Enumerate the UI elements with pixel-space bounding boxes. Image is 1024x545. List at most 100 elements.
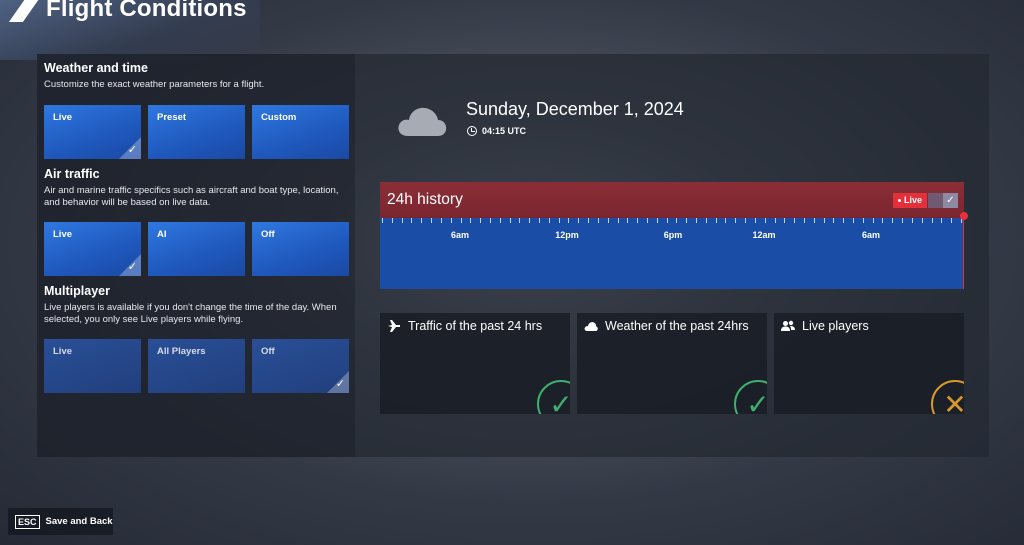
tick-mark	[794, 218, 796, 223]
check-circle-icon: ✓	[734, 380, 767, 414]
option-label: All Players	[157, 346, 206, 357]
tick-mark	[745, 218, 747, 223]
header: Flight Conditions	[8, 0, 247, 24]
clock-icon	[467, 126, 477, 136]
tick-mark	[676, 218, 678, 223]
live-badge: Live	[893, 193, 928, 208]
option-label: Preset	[157, 112, 187, 123]
air-traffic-options: Live ✓ AI Off	[44, 222, 349, 276]
multiplayer-option-all-players[interactable]: All Players	[148, 339, 245, 393]
option-label: Live	[53, 346, 73, 357]
tick-mark	[764, 218, 766, 223]
history-title: 24h history	[387, 191, 463, 208]
tick-mark	[725, 218, 727, 223]
tick-label: 12am	[752, 230, 776, 240]
settings-column: Weather and time Customize the exact wea…	[37, 54, 355, 457]
option-label: Custom	[261, 112, 297, 123]
tick-mark	[440, 218, 442, 223]
tick-mark	[588, 218, 590, 223]
tick-mark	[401, 218, 403, 223]
tick-mark	[391, 218, 393, 223]
tick-mark	[921, 218, 923, 223]
current-time-handle[interactable]	[960, 212, 968, 220]
tick-mark	[578, 218, 580, 223]
check-circle-icon: ✓	[537, 380, 570, 414]
tick-mark	[539, 218, 540, 223]
history-header: 24h history Live ✓	[380, 182, 964, 218]
weather-time-title: Weather and time	[44, 61, 148, 75]
check-icon: ✓	[943, 193, 958, 208]
traffic-option-ai[interactable]: AI	[148, 222, 245, 276]
tick-mark	[382, 218, 383, 223]
traffic-option-live[interactable]: Live ✓	[44, 222, 141, 276]
tick-mark	[548, 218, 550, 223]
tick-label: 6am	[861, 230, 881, 240]
tick-mark	[696, 218, 697, 223]
tick-mark	[882, 218, 884, 223]
airplane-icon	[388, 320, 400, 332]
tick-mark	[421, 218, 423, 223]
tick-mark	[941, 218, 943, 223]
tick-mark	[509, 218, 511, 223]
tick-mark	[431, 218, 433, 223]
air-traffic-title: Air traffic	[44, 167, 100, 181]
live-players-card: Live players ✕	[774, 313, 964, 414]
tick-mark	[411, 218, 413, 223]
tick-mark	[637, 218, 639, 223]
tick-mark	[823, 218, 825, 223]
multiplayer-description: Live players is available if you don't c…	[44, 302, 337, 325]
tick-mark	[489, 218, 491, 223]
tick-mark	[666, 218, 668, 223]
current-time: 04:15 UTC	[467, 126, 526, 136]
weather-history-card: Weather of the past 24hrs ✓	[577, 313, 767, 414]
main-panel: Weather and time Customize the exact wea…	[37, 54, 989, 457]
tick-mark	[862, 218, 864, 223]
tick-mark	[843, 218, 845, 223]
check-icon: ✓	[127, 261, 137, 273]
tick-mark	[833, 218, 835, 223]
save-and-back-button[interactable]: ESC Save and Back	[8, 508, 113, 535]
current-time-marker[interactable]	[962, 215, 964, 289]
tick-mark	[892, 218, 894, 223]
page-title: Flight Conditions	[46, 0, 247, 22]
live-dot-icon	[898, 199, 901, 202]
tick-mark	[686, 218, 688, 223]
check-icon: ✓	[335, 378, 345, 390]
tick-mark	[715, 218, 717, 223]
option-label: Off	[261, 346, 275, 357]
card-label: Traffic of the past 24 hrs	[408, 319, 543, 333]
multiplayer-option-live[interactable]: Live	[44, 339, 141, 393]
tick-mark	[617, 218, 619, 223]
multiplayer-options: Live All Players Off ✓	[44, 339, 349, 393]
cross-circle-icon: ✕	[931, 380, 964, 414]
history-timeline: 24h history Live ✓ 6am 12pm 6pm 12am 6am	[380, 182, 968, 289]
tick-mark	[656, 218, 658, 223]
tick-mark	[931, 218, 933, 223]
weather-time-description: Customize the exact weather parameters f…	[44, 79, 265, 90]
weather-option-custom[interactable]: Custom	[252, 105, 349, 159]
tick-mark	[813, 218, 815, 223]
tick-mark	[735, 218, 737, 223]
weather-option-preset[interactable]: Preset	[148, 105, 245, 159]
traffic-option-off[interactable]: Off	[252, 222, 349, 276]
tick-mark	[853, 218, 854, 223]
weather-option-live[interactable]: Live ✓	[44, 105, 141, 159]
check-icon: ✓	[127, 144, 137, 156]
tick-mark	[558, 218, 560, 223]
option-label: AI	[157, 229, 167, 240]
tick-mark	[784, 218, 786, 223]
tick-mark	[627, 218, 629, 223]
option-label: Live	[53, 229, 73, 240]
time-label: 04:15 UTC	[482, 126, 527, 136]
weather-time-options: Live ✓ Preset Custom	[44, 105, 349, 159]
timeline-track[interactable]: 6am 12pm 6pm 12am 6am	[380, 212, 968, 289]
current-date: Sunday, December 1, 2024	[466, 99, 684, 119]
tick-mark	[519, 218, 521, 223]
tick-mark	[499, 218, 501, 223]
cloud-icon	[584, 322, 598, 331]
multiplayer-option-off[interactable]: Off ✓	[252, 339, 349, 393]
live-toggle[interactable]: ✓	[928, 193, 958, 208]
tick-mark	[470, 218, 472, 223]
users-icon	[781, 320, 795, 331]
card-label: Weather of the past 24hrs	[605, 319, 749, 333]
